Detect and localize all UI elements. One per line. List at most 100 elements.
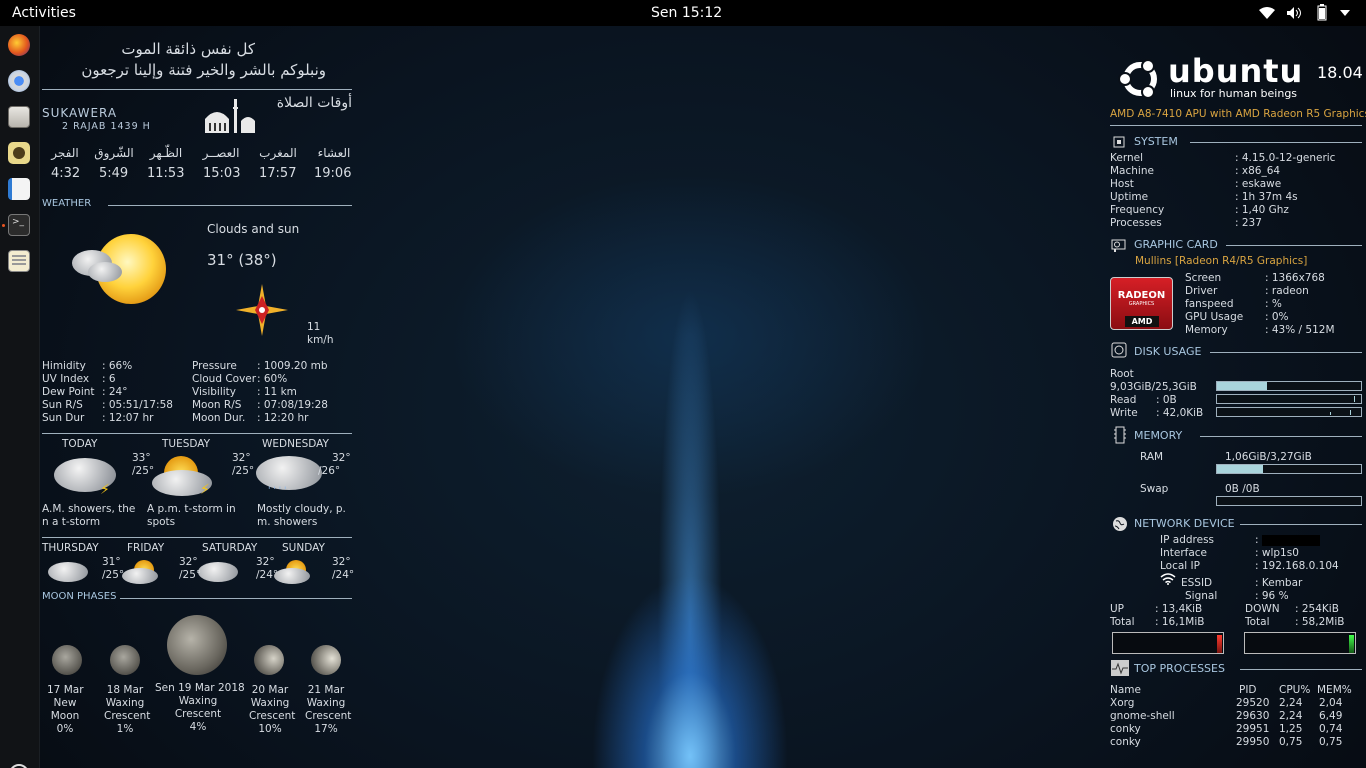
- system-labels: Kernel Machine Host Uptime Frequency Processe…: [1110, 152, 1165, 229]
- forecast-desc: spots: [147, 516, 176, 528]
- read-graph: [1216, 394, 1362, 404]
- forecast-low: /25°: [232, 465, 255, 477]
- up-total-label: Total: [1110, 616, 1135, 628]
- gpu-section-title: GRAPHIC CARD: [1134, 238, 1218, 251]
- wifi-icon[interactable]: [1258, 6, 1276, 20]
- moon-phase-label: 17 Mar New Moon 0%: [47, 684, 84, 735]
- cloud-cover-value: : 60%: [257, 373, 288, 385]
- read-label: Read: [1110, 394, 1137, 406]
- top-bar: Activities Sen 15:12: [0, 0, 1366, 26]
- ubuntu-wordmark: ubuntu: [1168, 52, 1304, 90]
- forecast-desc: A p.m. t-storm in: [147, 503, 236, 515]
- forecast-low: /25°: [179, 569, 202, 581]
- activity-monitor-icon: [1111, 660, 1129, 676]
- forecast-desc: m. showers: [257, 516, 318, 528]
- globe-icon: [1113, 517, 1127, 531]
- forecast-high: 33°: [132, 452, 151, 464]
- down-total-value: : 58,2MiB: [1295, 616, 1345, 628]
- network-section-title: NETWORK DEVICE: [1134, 517, 1235, 530]
- ram-value: 1,06GiB/3,27GiB: [1225, 451, 1312, 463]
- forecast-high: 32°: [256, 556, 275, 568]
- prayer-time-sunrise: 5:49: [99, 166, 129, 181]
- forecast-low: /24°: [256, 569, 279, 581]
- moon-dur-label: Moon Dur.: [192, 412, 246, 424]
- forecast-low: /24°: [332, 569, 355, 581]
- battery-icon[interactable]: [1317, 4, 1327, 21]
- wind-speed: 11: [307, 321, 321, 333]
- moon-phase-icon: [52, 645, 82, 675]
- moon-phase-icon: [254, 645, 284, 675]
- terminal-icon[interactable]: >_: [8, 214, 30, 236]
- clock[interactable]: Sen 15:12: [651, 5, 722, 21]
- down-total-label: Total: [1245, 616, 1270, 628]
- volume-icon[interactable]: [1286, 6, 1302, 20]
- mosque-icon: [205, 99, 255, 133]
- forecast-day-name: FRIDAY: [127, 542, 165, 554]
- wifi-signal-icon: [1160, 573, 1176, 585]
- wind-unit: km/h: [307, 334, 334, 346]
- gpu-values: : 1366x768: radeon: %: 0%: 43% / 512M: [1265, 272, 1335, 336]
- dew-value: : 24°: [102, 386, 128, 398]
- forecast-day-name: SATURDAY: [202, 542, 258, 554]
- forecast-day-name: THURSDAY: [42, 542, 99, 554]
- files-icon[interactable]: [8, 106, 30, 128]
- forecast-desc: Mostly cloudy, p.: [257, 503, 346, 515]
- prayer-time-maghrib: 17:57: [259, 166, 297, 181]
- prayer-name-isha: العشاء: [317, 146, 351, 160]
- pressure-value: : 1009.20 mb: [257, 360, 328, 372]
- up-label: UP: [1110, 603, 1125, 615]
- show-apps-icon[interactable]: [9, 764, 29, 768]
- wind-compass-icon: [236, 284, 288, 336]
- weather-condition: Clouds and sun: [207, 222, 300, 236]
- chromium-icon[interactable]: [8, 70, 30, 92]
- prayer-time-fajr: 4:32: [51, 166, 81, 181]
- forecast-high: 32°: [232, 452, 251, 464]
- hijri-date: 2 RAJAB 1439 H: [62, 121, 151, 132]
- rhythmbox-icon[interactable]: [8, 142, 30, 164]
- moon-phase-label: 18 Mar Waxing Crescent 1%: [104, 684, 151, 735]
- forecast-desc: A.M. showers, the: [42, 503, 136, 515]
- weather-details-right: Pressure: 1009.20 mb Cloud Cover: 60% Vi…: [192, 360, 328, 425]
- dew-label: Dew Point: [42, 386, 95, 398]
- sun-rs-label: Sun R/S: [42, 399, 83, 411]
- upload-graph: [1112, 632, 1224, 654]
- ubuntu-tagline: linux for human beings: [1170, 87, 1298, 100]
- down-value: : 254KiB: [1295, 603, 1339, 615]
- visibility-label: Visibility: [192, 386, 237, 398]
- network-labels: IP address Interface Local IP: [1160, 534, 1215, 572]
- visibility-value: : 11 km: [257, 386, 297, 398]
- activities-button[interactable]: Activities: [12, 5, 76, 21]
- amd-logo-text: AMD: [1125, 316, 1159, 327]
- prayer-name-sunrise: الشّروق: [94, 146, 134, 160]
- up-value: : 13,4KiB: [1155, 603, 1203, 615]
- chevron-down-icon[interactable]: [1340, 10, 1350, 16]
- cpu-chip-icon: [1113, 136, 1125, 148]
- quote-line2: ونبلوكم بالشر والخير فتنة وإلينا ترجعون: [81, 61, 326, 79]
- moon-section-title: MOON PHASES: [42, 591, 117, 602]
- moon-phase-label: 20 Mar Waxing Crescent 10%: [249, 684, 296, 735]
- writer-icon[interactable]: [8, 178, 30, 200]
- pressure-label: Pressure: [192, 360, 237, 372]
- write-label: Write: [1110, 407, 1138, 419]
- prayer-time-dhuhr: 11:53: [147, 166, 185, 181]
- prayer-time-asr: 15:03: [203, 166, 241, 181]
- humidity-label: Himidity: [42, 360, 86, 372]
- ubuntu-version: 18.04: [1317, 63, 1363, 82]
- weather-details-left: Himidity: 66% UV Index: 6 Dew Point: 24°…: [42, 360, 173, 425]
- divider: [1200, 436, 1362, 437]
- disk-section-title: DISK USAGE: [1134, 345, 1202, 358]
- radeon-logo-text: RADEON: [1117, 290, 1166, 301]
- forecast-low: /25°: [102, 569, 125, 581]
- moon-phase-label: 21 Mar Waxing Crescent 17%: [305, 684, 352, 735]
- text-editor-icon[interactable]: [8, 250, 30, 272]
- prayer-name-asr: العصــر: [202, 146, 240, 160]
- forecast-high: 31°: [102, 556, 121, 568]
- moon-phase-label: Sen 19 Mar 2018 Waxing Crescent 4%: [155, 682, 245, 733]
- prayer-name-fajr: الفجر: [51, 146, 79, 160]
- divider: [1110, 125, 1362, 126]
- weather-temperature: 31° (38°): [207, 251, 277, 269]
- top-processes-title: TOP PROCESSES: [1134, 662, 1225, 675]
- quote-line1: كل نفس ذائقة الموت: [121, 40, 255, 58]
- divider: [42, 537, 352, 538]
- firefox-icon[interactable]: [8, 34, 30, 56]
